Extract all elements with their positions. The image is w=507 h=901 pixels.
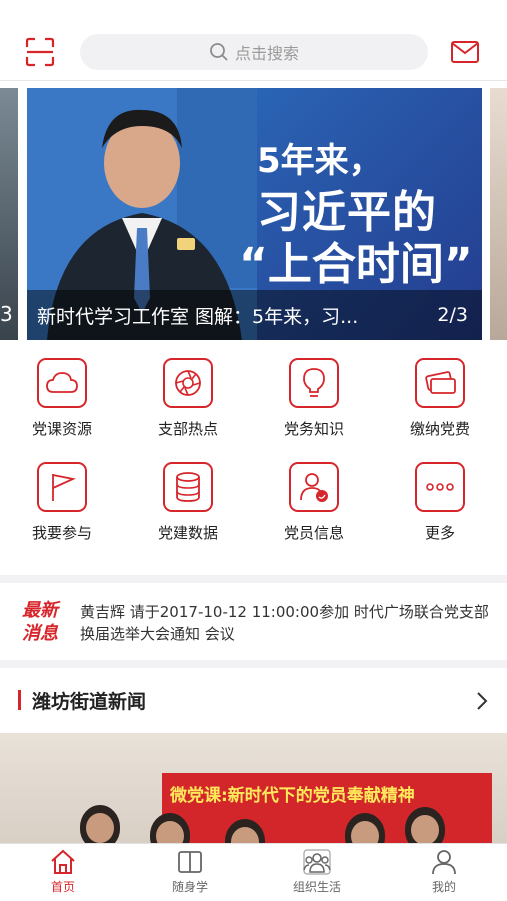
next-slide[interactable] [490, 88, 507, 340]
section-title: 潍坊街道新闻 [32, 691, 147, 713]
home-icon [51, 849, 75, 874]
latest-news-strip[interactable]: 最新 消息 黄吉辉 请于2017-10-12 11:00:00参加 时代广场联合… [0, 583, 507, 659]
bottom-tab-bar: 首页 随身学 组织生活 我的 [0, 843, 507, 901]
section-gap [0, 575, 507, 583]
photo-face [156, 821, 184, 843]
top-divider [0, 80, 507, 81]
tab-label: 随身学 [171, 880, 208, 894]
grid-item-course-resources[interactable]: 党课资源 [12, 352, 112, 452]
grid-item-pay-dues[interactable]: 缴纳党费 [390, 352, 490, 452]
banner-carousel[interactable]: 3 5年来， 习近平的 “上合时间” 新时代学习工作室 图解：5年来，习... … [0, 88, 507, 340]
grid-item-member-info[interactable]: 党员信息 [264, 456, 364, 556]
slide-headline-1: 5年来， [257, 141, 383, 181]
latest-news-tag: 最新 消息 [22, 599, 70, 645]
database-icon [163, 462, 213, 512]
prev-slide[interactable]: 3 [0, 88, 18, 340]
photo-face [411, 815, 439, 843]
mail-icon[interactable] [450, 40, 480, 64]
grid-label: 党建数据 [157, 524, 218, 542]
top-bar: 点击搜索 [0, 0, 507, 80]
grid-label: 党务知识 [283, 420, 344, 438]
photo-banner-text: 微党课:新时代下的党员奉献精神 [170, 786, 415, 806]
current-slide[interactable]: 5年来， 习近平的 “上合时间” 新时代学习工作室 图解：5年来，习... 2/… [27, 88, 482, 340]
latest-news-tag-line2: 消息 [22, 623, 58, 644]
book-icon [178, 851, 202, 873]
street-news-header[interactable]: 潍坊街道新闻 [0, 672, 507, 732]
tab-label: 组织生活 [292, 880, 341, 894]
group-icon [303, 849, 331, 875]
grid-item-party-knowledge[interactable]: 党务知识 [264, 352, 364, 452]
grid-label: 我要参与 [31, 524, 92, 542]
cloud-icon [37, 358, 87, 408]
latest-news-tag-line1: 最新 [22, 600, 58, 621]
grid-label: 党课资源 [31, 420, 92, 438]
search-placeholder: 点击搜索 [234, 44, 299, 63]
grid-label: 党员信息 [283, 524, 344, 542]
tab-me[interactable]: 我的 [394, 848, 494, 895]
grid-item-participate[interactable]: 我要参与 [12, 456, 112, 556]
aperture-icon [163, 358, 213, 408]
tab-label: 首页 [50, 880, 75, 894]
section-gap [0, 660, 507, 668]
slide-caption-bar: 新时代学习工作室 图解：5年来，习... 2/3 [27, 290, 482, 340]
grid-item-party-data[interactable]: 党建数据 [138, 456, 238, 556]
photo-face [86, 813, 114, 843]
slide-page-indicator: 2/3 [437, 304, 468, 326]
search-input[interactable]: 点击搜索 [80, 34, 428, 70]
lightbulb-icon [289, 358, 339, 408]
grid-label: 缴纳党费 [409, 420, 470, 438]
photo-face [351, 821, 379, 843]
tab-organization[interactable]: 组织生活 [267, 848, 367, 895]
tab-label: 我的 [431, 880, 456, 894]
user-icon [432, 850, 456, 875]
tab-study[interactable]: 随身学 [140, 848, 240, 895]
chevron-right-icon[interactable] [472, 690, 492, 712]
grid-item-more[interactable]: 更多 [390, 456, 490, 556]
latest-news-text: 黄吉辉 请于2017-10-12 11:00:00参加 时代广场联合党支部换届选… [80, 603, 489, 643]
news-photo[interactable]: 微党课:新时代下的党员奉献精神 [0, 733, 507, 843]
section-accent-bar [18, 690, 21, 710]
member-icon [289, 462, 339, 512]
grid-item-branch-hotspots[interactable]: 支部热点 [138, 352, 238, 452]
flag-icon [37, 462, 87, 512]
cards-icon [415, 358, 465, 408]
feature-grid: 党课资源 支部热点 党务知识 缴纳党费 我要参与 党建数据 党员信息 更多 [0, 352, 507, 572]
search-icon [210, 43, 228, 61]
scan-icon[interactable] [24, 36, 56, 68]
grid-label: 支部热点 [157, 420, 218, 438]
more-icon [415, 462, 465, 512]
slide-caption: 新时代学习工作室 图解：5年来，习... [37, 305, 359, 328]
slide-headline-3: “上合时间” [239, 239, 473, 290]
prev-slide-page: 3 [0, 302, 13, 326]
tab-home[interactable]: 首页 [13, 848, 113, 895]
grid-label: 更多 [424, 524, 455, 542]
